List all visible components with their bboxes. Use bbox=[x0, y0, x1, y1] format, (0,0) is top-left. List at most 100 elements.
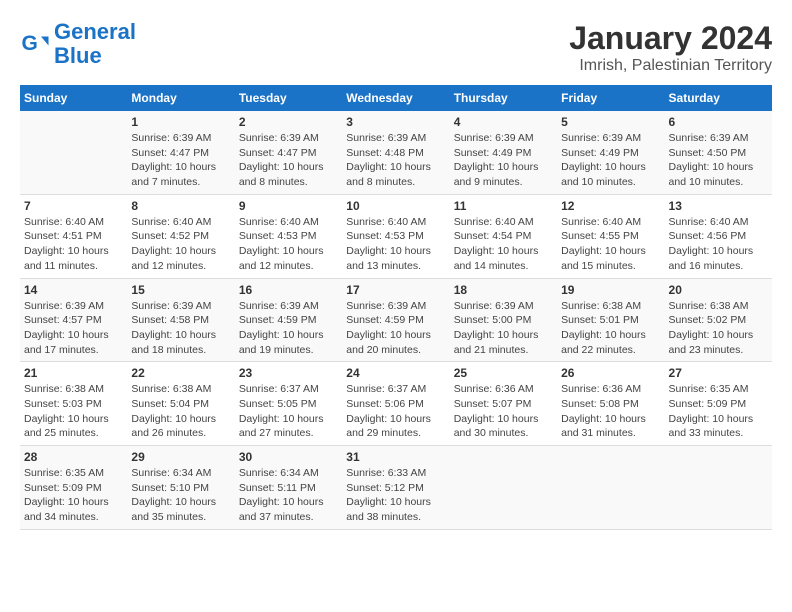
day-info: Sunrise: 6:38 AM Sunset: 5:04 PM Dayligh… bbox=[131, 382, 230, 441]
calendar-cell: 30 Sunrise: 6:34 AM Sunset: 5:11 PM Dayli… bbox=[235, 446, 342, 530]
day-number: 18 bbox=[454, 283, 553, 297]
day-number: 29 bbox=[131, 450, 230, 464]
day-info: Sunrise: 6:39 AM Sunset: 4:48 PM Dayligh… bbox=[346, 131, 445, 190]
calendar-cell: 19 Sunrise: 6:38 AM Sunset: 5:01 PM Dayli… bbox=[557, 278, 664, 362]
calendar-cell: 1Sunrise: 6:39 AM Sunset: 4:47 PM Daylig… bbox=[127, 111, 234, 194]
calendar-cell bbox=[450, 446, 557, 530]
calendar-cell: 14 Sunrise: 6:39 AM Sunset: 4:57 PM Dayli… bbox=[20, 278, 127, 362]
day-info: Sunrise: 6:39 AM Sunset: 4:59 PM Dayligh… bbox=[346, 299, 445, 358]
calendar-cell: 15 Sunrise: 6:39 AM Sunset: 4:58 PM Dayli… bbox=[127, 278, 234, 362]
calendar-cell: 2 Sunrise: 6:39 AM Sunset: 4:47 PM Daylig… bbox=[235, 111, 342, 194]
day-number: 24 bbox=[346, 366, 445, 380]
day-number: 2 bbox=[239, 115, 338, 129]
header-cell-monday: Monday bbox=[127, 85, 234, 111]
day-number: 5 bbox=[561, 115, 660, 129]
calendar-cell bbox=[665, 446, 772, 530]
day-info: Sunrise: 6:36 AM Sunset: 5:07 PM Dayligh… bbox=[454, 382, 553, 441]
header-cell-saturday: Saturday bbox=[665, 85, 772, 111]
day-info: Sunrise: 6:39 AM Sunset: 4:50 PM Dayligh… bbox=[669, 131, 768, 190]
logo-text: General Blue bbox=[54, 20, 136, 68]
day-number: 7 bbox=[24, 199, 123, 213]
calendar-cell: 28 Sunrise: 6:35 AM Sunset: 5:09 PM Dayli… bbox=[20, 446, 127, 530]
day-number: 25 bbox=[454, 366, 553, 380]
header-row: SundayMondayTuesdayWednesdayThursdayFrid… bbox=[20, 85, 772, 111]
day-info: Sunrise: 6:35 AM Sunset: 5:09 PM Dayligh… bbox=[669, 382, 768, 441]
day-info: Sunrise: 6:34 AM Sunset: 5:10 PM Dayligh… bbox=[131, 466, 230, 525]
calendar-cell: 17 Sunrise: 6:39 AM Sunset: 4:59 PM Dayli… bbox=[342, 278, 449, 362]
day-number: 12 bbox=[561, 199, 660, 213]
logo-line1: General bbox=[54, 19, 136, 44]
day-number: 23 bbox=[239, 366, 338, 380]
calendar-cell: 11 Sunrise: 6:40 AM Sunset: 4:54 PM Dayli… bbox=[450, 194, 557, 278]
calendar-table: SundayMondayTuesdayWednesdayThursdayFrid… bbox=[20, 85, 772, 530]
day-info: Sunrise: 6:39 AM Sunset: 4:58 PM Dayligh… bbox=[131, 299, 230, 358]
day-number: 15 bbox=[131, 283, 230, 297]
logo-line2: Blue bbox=[54, 43, 102, 68]
calendar-cell: 3 Sunrise: 6:39 AM Sunset: 4:48 PM Daylig… bbox=[342, 111, 449, 194]
day-number: 17 bbox=[346, 283, 445, 297]
logo-icon: G bbox=[20, 29, 50, 59]
day-number: 4 bbox=[454, 115, 553, 129]
day-number: 26 bbox=[561, 366, 660, 380]
day-info: Sunrise: 6:39 AM Sunset: 4:47 PM Dayligh… bbox=[239, 131, 338, 190]
day-info: Sunrise: 6:38 AM Sunset: 5:01 PM Dayligh… bbox=[561, 299, 660, 358]
day-info: Sunrise: 6:39 AM Sunset: 4:59 PM Dayligh… bbox=[239, 299, 338, 358]
day-info: Sunrise: 6:40 AM Sunset: 4:52 PM Dayligh… bbox=[131, 215, 230, 274]
day-info: Sunrise: 6:40 AM Sunset: 4:54 PM Dayligh… bbox=[454, 215, 553, 274]
svg-text:G: G bbox=[22, 32, 38, 55]
day-info: Sunrise: 6:40 AM Sunset: 4:56 PM Dayligh… bbox=[669, 215, 768, 274]
day-number: 1 bbox=[131, 115, 230, 129]
day-number: 9 bbox=[239, 199, 338, 213]
calendar-cell: 12 Sunrise: 6:40 AM Sunset: 4:55 PM Dayli… bbox=[557, 194, 664, 278]
calendar-cell: 24 Sunrise: 6:37 AM Sunset: 5:06 PM Dayli… bbox=[342, 362, 449, 446]
day-number: 14 bbox=[24, 283, 123, 297]
day-info: Sunrise: 6:37 AM Sunset: 5:06 PM Dayligh… bbox=[346, 382, 445, 441]
day-number: 19 bbox=[561, 283, 660, 297]
calendar-cell: 4 Sunrise: 6:39 AM Sunset: 4:49 PM Daylig… bbox=[450, 111, 557, 194]
calendar-cell: 18 Sunrise: 6:39 AM Sunset: 5:00 PM Dayli… bbox=[450, 278, 557, 362]
week-row-3: 14 Sunrise: 6:39 AM Sunset: 4:57 PM Dayli… bbox=[20, 278, 772, 362]
calendar-cell: 27 Sunrise: 6:35 AM Sunset: 5:09 PM Dayli… bbox=[665, 362, 772, 446]
day-info: Sunrise: 6:40 AM Sunset: 4:51 PM Dayligh… bbox=[24, 215, 123, 274]
calendar-cell: 16 Sunrise: 6:39 AM Sunset: 4:59 PM Dayli… bbox=[235, 278, 342, 362]
calendar-cell: 13Sunrise: 6:40 AM Sunset: 4:56 PM Dayli… bbox=[665, 194, 772, 278]
main-title: January 2024 bbox=[569, 20, 772, 57]
calendar-cell: 26 Sunrise: 6:36 AM Sunset: 5:08 PM Dayli… bbox=[557, 362, 664, 446]
calendar-cell: 8Sunrise: 6:40 AM Sunset: 4:52 PM Daylig… bbox=[127, 194, 234, 278]
header-cell-wednesday: Wednesday bbox=[342, 85, 449, 111]
day-number: 21 bbox=[24, 366, 123, 380]
day-number: 27 bbox=[669, 366, 768, 380]
day-info: Sunrise: 6:40 AM Sunset: 4:55 PM Dayligh… bbox=[561, 215, 660, 274]
day-info: Sunrise: 6:33 AM Sunset: 5:12 PM Dayligh… bbox=[346, 466, 445, 525]
day-info: Sunrise: 6:39 AM Sunset: 5:00 PM Dayligh… bbox=[454, 299, 553, 358]
page-header: G General Blue January 2024 Imrish, Pale… bbox=[20, 20, 772, 75]
calendar-cell: 10Sunrise: 6:40 AM Sunset: 4:53 PM Dayli… bbox=[342, 194, 449, 278]
calendar-header: SundayMondayTuesdayWednesdayThursdayFrid… bbox=[20, 85, 772, 111]
calendar-cell: 20 Sunrise: 6:38 AM Sunset: 5:02 PM Dayli… bbox=[665, 278, 772, 362]
day-number: 28 bbox=[24, 450, 123, 464]
day-info: Sunrise: 6:36 AM Sunset: 5:08 PM Dayligh… bbox=[561, 382, 660, 441]
calendar-cell: 21 Sunrise: 6:38 AM Sunset: 5:03 PM Dayli… bbox=[20, 362, 127, 446]
day-info: Sunrise: 6:39 AM Sunset: 4:49 PM Dayligh… bbox=[454, 131, 553, 190]
day-number: 30 bbox=[239, 450, 338, 464]
day-info: Sunrise: 6:39 AM Sunset: 4:57 PM Dayligh… bbox=[24, 299, 123, 358]
day-number: 11 bbox=[454, 199, 553, 213]
calendar-cell: 22Sunrise: 6:38 AM Sunset: 5:04 PM Dayli… bbox=[127, 362, 234, 446]
day-number: 16 bbox=[239, 283, 338, 297]
calendar-cell: 23Sunrise: 6:37 AM Sunset: 5:05 PM Dayli… bbox=[235, 362, 342, 446]
header-cell-sunday: Sunday bbox=[20, 85, 127, 111]
header-cell-thursday: Thursday bbox=[450, 85, 557, 111]
day-info: Sunrise: 6:35 AM Sunset: 5:09 PM Dayligh… bbox=[24, 466, 123, 525]
day-number: 20 bbox=[669, 283, 768, 297]
calendar-body: 1 Sunrise: 6:39 AM Sunset: 4:47 PM Daylig… bbox=[20, 111, 772, 529]
day-info: Sunrise: 6:40 AM Sunset: 4:53 PM Dayligh… bbox=[239, 215, 338, 274]
day-info: Sunrise: 6:34 AM Sunset: 5:11 PM Dayligh… bbox=[239, 466, 338, 525]
day-info: Sunrise: 6:38 AM Sunset: 5:02 PM Dayligh… bbox=[669, 299, 768, 358]
day-number: 3 bbox=[346, 115, 445, 129]
header-cell-tuesday: Tuesday bbox=[235, 85, 342, 111]
day-info: Sunrise: 6:38 AM Sunset: 5:03 PM Dayligh… bbox=[24, 382, 123, 441]
header-cell-friday: Friday bbox=[557, 85, 664, 111]
calendar-cell bbox=[20, 111, 127, 194]
logo: G General Blue bbox=[20, 20, 136, 68]
calendar-cell bbox=[557, 446, 664, 530]
